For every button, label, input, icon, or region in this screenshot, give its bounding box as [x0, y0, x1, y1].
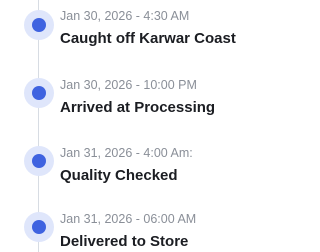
timeline-dot — [32, 220, 46, 234]
event-title: Quality Checked — [60, 167, 178, 184]
timeline-marker-icon — [24, 78, 54, 108]
timeline-marker-icon — [24, 10, 54, 40]
event-date: Jan 30, 2026 - 4:30 AM — [60, 9, 190, 23]
event-date: Jan 31, 2026 - 4:00 Am: — [60, 146, 193, 160]
event-title: Caught off Karwar Coast — [60, 30, 236, 47]
timeline-dot — [32, 18, 46, 32]
timeline-event-caught: Jan 30, 2026 - 4:30 AM Caught off Karwar… — [0, 6, 263, 47]
event-date: Jan 31, 2026 - 06:00 AM — [60, 212, 197, 226]
timeline-marker-icon — [24, 212, 54, 242]
timeline-event-quality: Jan 31, 2026 - 4:00 Am: Quality Checked — [0, 143, 263, 184]
event-title: Arrived at Processing — [60, 99, 216, 116]
timeline-dot — [32, 86, 46, 100]
event-title: Delivered to Store — [60, 233, 189, 250]
shipment-timeline: Jan 30, 2026 - 4:30 AM Caught off Karwar… — [0, 0, 263, 252]
timeline-marker-icon — [24, 146, 54, 176]
timeline-event-delivered: Jan 31, 2026 - 06:00 AM Delivered to Sto… — [0, 209, 263, 250]
timeline-dot — [32, 154, 46, 168]
event-date: Jan 30, 2026 - 10:00 PM — [60, 78, 197, 92]
timeline-event-arrived: Jan 30, 2026 - 10:00 PM Arrived at Proce… — [0, 75, 263, 116]
